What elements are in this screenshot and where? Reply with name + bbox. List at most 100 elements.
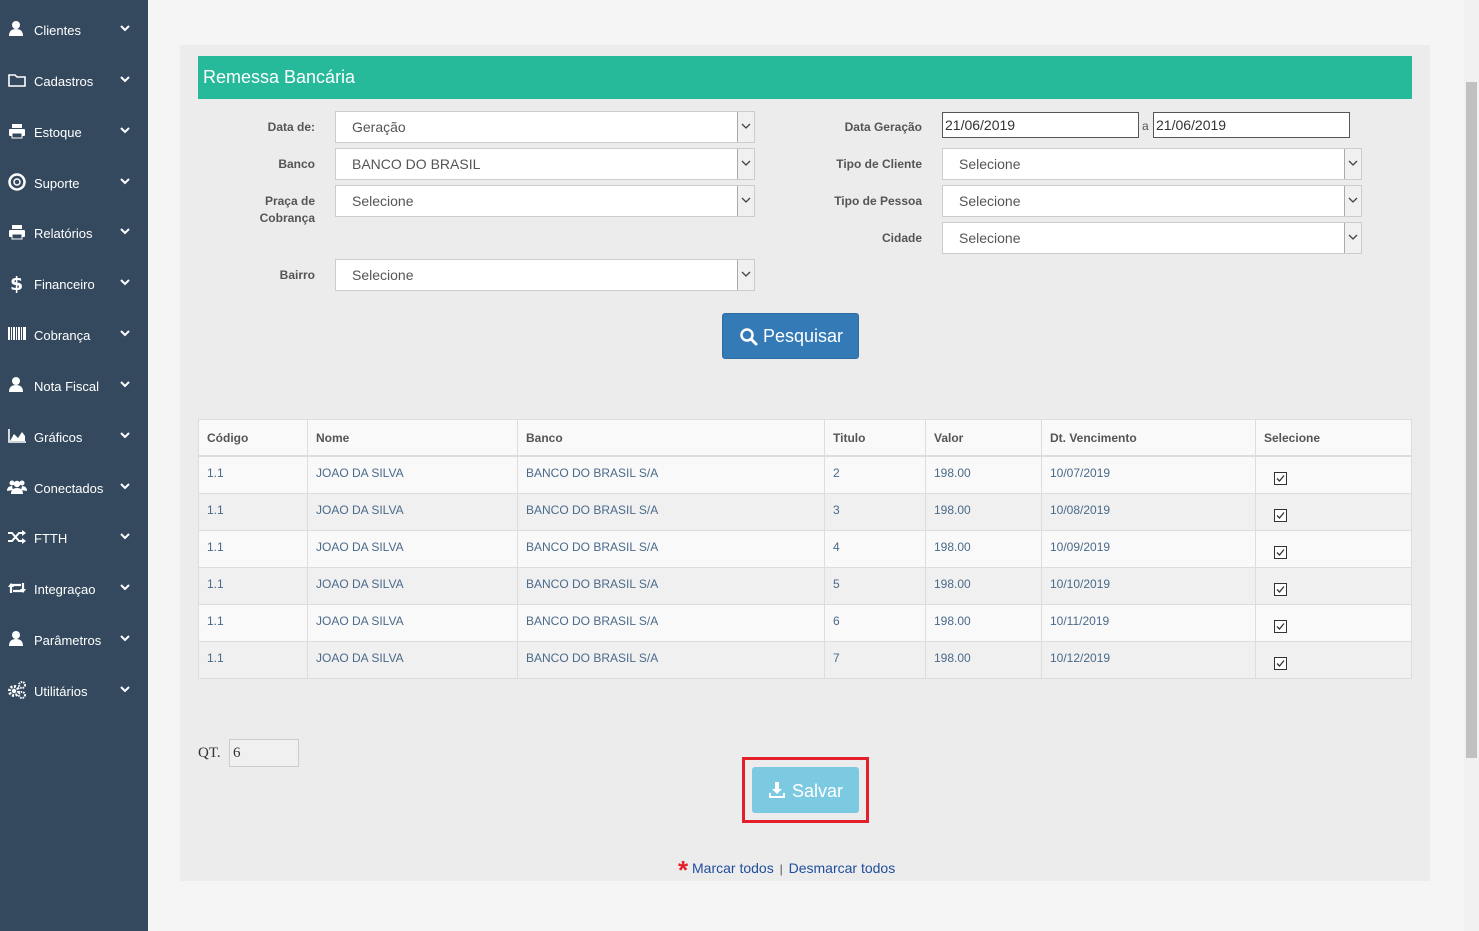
cell-titulo: 6 <box>824 603 926 642</box>
sidebar-item-conectados[interactable]: Conectados <box>0 467 148 507</box>
chevron-down-icon <box>120 228 130 235</box>
data-de-select[interactable]: Geração <box>335 111 755 143</box>
cell-titulo: 5 <box>824 566 926 605</box>
dropdown-arrow[interactable] <box>737 186 754 216</box>
printer-icon <box>9 225 25 240</box>
cell-codigo: 1.1 <box>198 640 308 679</box>
svg-text:$: $ <box>10 273 23 293</box>
mark-all-link[interactable]: Marcar todos <box>692 860 774 876</box>
row-checkbox[interactable] <box>1274 508 1287 522</box>
qt-input[interactable] <box>229 739 299 767</box>
cell-titulo: 4 <box>824 529 926 568</box>
sidebar-item-relatorios[interactable]: Relatórios <box>0 212 148 252</box>
sidebar-item-label: Estoque <box>34 125 82 140</box>
cell-titulo: 3 <box>824 492 926 531</box>
sidebar-item-cadastros[interactable]: Cadastros <box>0 60 148 100</box>
cell-valor: 198.00 <box>925 566 1042 605</box>
cidade-value: Selecione <box>959 230 1021 246</box>
chevron-down-icon <box>120 330 130 337</box>
row-checkbox[interactable] <box>1274 619 1287 633</box>
sidebar-item-estoque[interactable]: Estoque <box>0 111 148 151</box>
chevron-down-icon <box>120 483 130 490</box>
cell-selecione <box>1255 566 1412 605</box>
data-de-label: Data de: <box>267 120 315 134</box>
bairro-select[interactable]: Selecione <box>335 259 755 291</box>
sidebar-item-label: Gráficos <box>34 430 83 445</box>
cell-banco: BANCO DO BRASIL S/A <box>517 603 825 642</box>
data-geracao-from-input[interactable] <box>942 112 1139 138</box>
chevron-down-icon <box>120 178 130 185</box>
row-checkbox[interactable] <box>1274 472 1287 485</box>
cidade-select[interactable]: Selecione <box>942 222 1362 254</box>
column-header-valor: Valor <box>925 419 1042 457</box>
chevron-down-icon <box>120 76 130 83</box>
sidebar-item-ftth[interactable]: FTTH <box>0 517 148 557</box>
cell-nome: JOAO DA SILVA <box>307 566 518 605</box>
tipo-pessoa-select[interactable]: Selecione <box>942 185 1362 217</box>
scrollbar-thumb[interactable] <box>1466 82 1477 758</box>
cell-nome: JOAO DA SILVA <box>307 529 518 568</box>
cell-codigo: 1.1 <box>198 603 308 642</box>
row-checkbox[interactable] <box>1274 545 1287 559</box>
column-header-titulo: Titulo <box>824 419 926 457</box>
save-button[interactable]: Salvar <box>752 767 859 813</box>
lifebuoy-icon <box>8 173 26 191</box>
row-checkbox[interactable] <box>1274 656 1287 670</box>
vertical-scrollbar[interactable] <box>1464 0 1479 931</box>
table-row: 1.1 JOAO DA SILVA BANCO DO BRASIL S/A 4 … <box>198 529 1412 568</box>
user-icon <box>9 377 23 392</box>
sidebar-item-cobranca[interactable]: Cobrança <box>0 314 148 354</box>
row-checkbox[interactable] <box>1274 582 1287 596</box>
sidebar-item-parametros[interactable]: Parâmetros <box>0 619 148 659</box>
cell-codigo: 1.1 <box>198 529 308 568</box>
dropdown-arrow[interactable] <box>1344 223 1361 253</box>
banco-value: BANCO DO BRASIL <box>352 156 481 172</box>
table-row: 1.1 JOAO DA SILVA BANCO DO BRASIL S/A 6 … <box>198 603 1412 642</box>
tipo-cliente-select[interactable]: Selecione <box>942 148 1362 180</box>
sidebar-item-nota-fiscal[interactable]: Nota Fiscal <box>0 365 148 405</box>
cogs-icon <box>8 681 26 699</box>
users-icon <box>7 480 27 494</box>
chevron-down-icon <box>120 533 130 540</box>
user-icon <box>9 21 23 36</box>
sidebar-item-clientes[interactable]: Clientes <box>0 9 148 49</box>
banco-label: Banco <box>278 157 315 171</box>
sidebar-item-financeiro[interactable]: $ Financeiro <box>0 263 148 303</box>
dropdown-arrow[interactable] <box>1344 149 1361 179</box>
cell-selecione <box>1255 640 1412 679</box>
sidebar-item-suporte[interactable]: Suporte <box>0 162 148 202</box>
panel-header: Remessa Bancária <box>198 56 1412 99</box>
printer-icon <box>9 124 25 139</box>
bairro-label: Bairro <box>279 268 315 282</box>
chevron-down-icon <box>120 279 130 286</box>
dropdown-arrow[interactable] <box>737 149 754 179</box>
data-geracao-to-input[interactable] <box>1153 112 1350 138</box>
cell-vencimento: 10/08/2019 <box>1041 492 1256 531</box>
cell-nome: JOAO DA SILVA <box>307 640 518 679</box>
banco-select[interactable]: BANCO DO BRASIL <box>335 148 755 180</box>
sidebar-item-integracao[interactable]: Integraçao <box>0 568 148 608</box>
cell-vencimento: 10/09/2019 <box>1041 529 1256 568</box>
search-icon <box>740 328 758 346</box>
data-geracao-label: Data Geração <box>844 120 922 134</box>
column-header-vencimento: Dt. Vencimento <box>1041 419 1256 457</box>
cell-vencimento: 10/10/2019 <box>1041 566 1256 605</box>
dropdown-arrow[interactable] <box>737 260 754 290</box>
folder-icon <box>8 74 26 87</box>
cell-vencimento: 10/12/2019 <box>1041 640 1256 679</box>
dropdown-arrow[interactable] <box>737 112 754 142</box>
unmark-all-link[interactable]: Desmarcar todos <box>789 860 896 876</box>
dropdown-arrow[interactable] <box>1344 186 1361 216</box>
sidebar-item-graficos[interactable]: Gráficos <box>0 416 148 456</box>
praca-select[interactable]: Selecione <box>335 185 755 217</box>
search-button[interactable]: Pesquisar <box>722 313 859 359</box>
sidebar-item-label: Utilitários <box>34 684 88 699</box>
column-header-codigo: Código <box>198 419 308 457</box>
sidebar: Clientes Cadastros Estoque Suporte Relat… <box>0 0 148 931</box>
chevron-down-icon <box>120 635 130 642</box>
cell-valor: 198.00 <box>925 455 1042 494</box>
sidebar-item-utilitarios[interactable]: Utilitários <box>0 670 148 710</box>
praca-label: Praça de Cobrança <box>215 193 315 227</box>
cell-codigo: 1.1 <box>198 492 308 531</box>
table-row: 1.1 JOAO DA SILVA BANCO DO BRASIL S/A 5 … <box>198 566 1412 605</box>
